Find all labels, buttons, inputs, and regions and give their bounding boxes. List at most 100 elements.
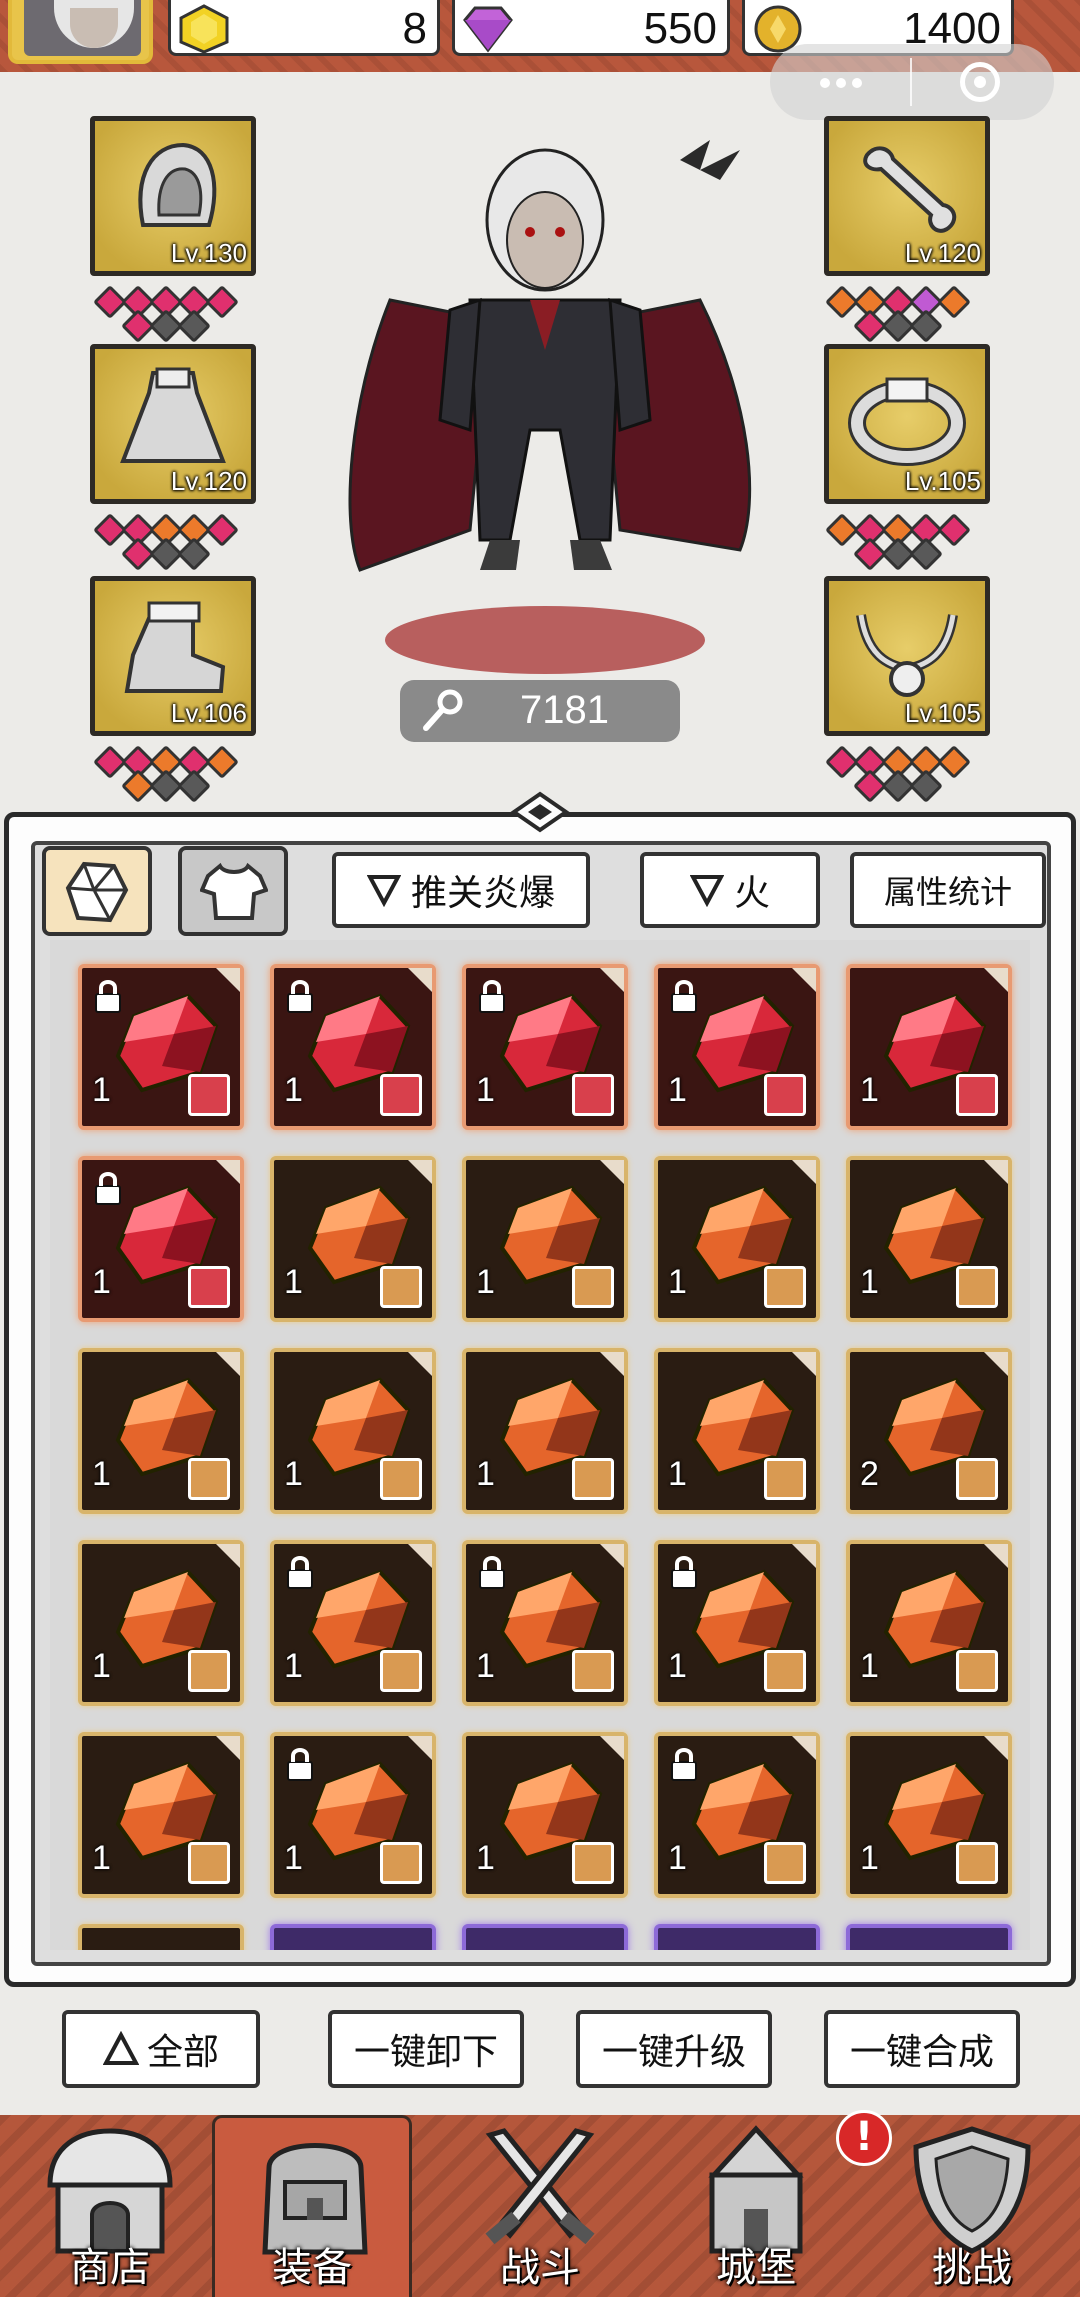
gem-item[interactable]: 1: [270, 1156, 436, 1322]
crystal-counter[interactable]: 8: [168, 0, 440, 56]
ring-slot-icon: [188, 1842, 230, 1884]
gem-item[interactable]: 1: [78, 1348, 244, 1514]
gem-item[interactable]: 1: [462, 1540, 628, 1706]
element-filter-dropdown[interactable]: 火: [640, 852, 820, 928]
tab-gems[interactable]: [42, 846, 152, 936]
gem-item[interactable]: 1: [846, 1732, 1012, 1898]
gem-quantity: 1: [92, 1263, 111, 1301]
gem-item[interactable]: [78, 1924, 244, 1950]
merge-all-button[interactable]: 一键合成: [824, 2010, 1020, 2088]
equip-slot-boots[interactable]: Lv.106: [90, 576, 256, 736]
ring-slot-icon: [764, 1650, 806, 1692]
filter-up-icon: [102, 2031, 139, 2065]
gem-quantity: 1: [668, 1647, 687, 1685]
show-all-button[interactable]: 全部: [62, 2010, 260, 2088]
cape-slot-icon: [188, 1458, 230, 1500]
gem-item[interactable]: [846, 1924, 1012, 1950]
gem-tab-icon: [65, 861, 129, 923]
gem-item[interactable]: 1: [78, 1732, 244, 1898]
gem-item[interactable]: [270, 1924, 436, 1950]
gem-item[interactable]: [462, 1924, 628, 1950]
unequip-all-button[interactable]: 一键卸下: [328, 2010, 524, 2088]
player-avatar[interactable]: [8, 0, 153, 64]
lock-icon: [95, 1172, 121, 1205]
cape-icon: [120, 367, 226, 463]
gem-item[interactable]: 1: [654, 1540, 820, 1706]
gem-quantity: 1: [860, 1263, 879, 1301]
diamond-counter[interactable]: 550: [452, 0, 730, 56]
equip-slot-necklace[interactable]: Lv.105: [824, 576, 990, 736]
gem-item[interactable]: 1: [846, 1540, 1012, 1706]
gem-item[interactable]: 1: [270, 964, 436, 1130]
lock-icon: [671, 1556, 697, 1589]
gem-item[interactable]: 1: [270, 1540, 436, 1706]
necklace-slot-icon: [188, 1266, 230, 1308]
necklace-slot-icon: [764, 1842, 806, 1884]
stats-button[interactable]: 属性统计: [850, 852, 1046, 928]
upgrade-all-button[interactable]: 一键升级: [576, 2010, 772, 2088]
purple-diamond-icon: [463, 6, 513, 53]
socket-empty: [177, 309, 211, 343]
gem-item[interactable]: 1: [462, 1156, 628, 1322]
gem-item[interactable]: 1: [462, 1732, 628, 1898]
lock-icon: [95, 980, 121, 1013]
show-all-label: 全部: [146, 2032, 219, 2073]
slot-level: Lv.120: [904, 238, 981, 268]
weapon-slot-icon: [764, 1074, 806, 1116]
gem-quantity: 1: [668, 1455, 687, 1493]
mini-program-capsule[interactable]: [770, 44, 1054, 120]
gem-item[interactable]: 1: [270, 1732, 436, 1898]
equip-slot-hood[interactable]: Lv.130: [90, 116, 256, 276]
gem-item[interactable]: 1: [78, 1156, 244, 1322]
equip-slot-weapon[interactable]: Lv.120: [824, 116, 990, 276]
necklace-slot-icon: [188, 1074, 230, 1116]
gem-item[interactable]: 1: [78, 1540, 244, 1706]
nav-challenge[interactable]: 挑战: [872, 2115, 1072, 2297]
weapon-slot-icon: [380, 1650, 422, 1692]
gem-quantity: 1: [284, 1455, 303, 1493]
cape-slot-icon: [380, 1458, 422, 1500]
nav-castle-label: 城堡: [716, 2245, 796, 2291]
gem-quantity: 1: [668, 1839, 687, 1877]
nav-equipment[interactable]: 装备: [212, 2115, 412, 2297]
socket-empty: [909, 769, 943, 803]
more-menu-icon-dot: [836, 78, 846, 88]
equip-slot-cape[interactable]: Lv.120: [90, 344, 256, 504]
boots-slot-icon: [956, 1458, 998, 1500]
nav-shop[interactable]: 商店: [10, 2115, 210, 2297]
nav-battle[interactable]: 战斗: [440, 2115, 640, 2297]
gem-item[interactable]: 1: [654, 1348, 820, 1514]
crystal-amount: 8: [402, 4, 427, 53]
panel-notch-ornament: [510, 791, 570, 833]
gem-item[interactable]: 1: [78, 964, 244, 1130]
vampire-hero-portrait[interactable]: [320, 100, 770, 680]
gem-item[interactable]: [654, 1924, 820, 1950]
boots-slot-icon: [188, 1650, 230, 1692]
gem-item[interactable]: 2: [846, 1348, 1012, 1514]
gem-item[interactable]: 1: [654, 1732, 820, 1898]
gem-item[interactable]: 1: [462, 1348, 628, 1514]
hood-icon: [138, 142, 217, 227]
set-filter-dropdown[interactable]: 推关炎爆: [332, 852, 590, 928]
gem-item[interactable]: 1: [654, 1156, 820, 1322]
gem-item[interactable]: 1: [846, 964, 1012, 1130]
equip-slot-ring[interactable]: Lv.105: [824, 344, 990, 504]
close-miniprogram-icon[interactable]: [960, 62, 1000, 102]
gem-item[interactable]: 1: [462, 964, 628, 1130]
gem-item[interactable]: 1: [270, 1348, 436, 1514]
necklace-gem-sockets-row2: [853, 769, 943, 803]
gem-item[interactable]: 1: [654, 964, 820, 1130]
weapon-gem-sockets-row2: [853, 309, 943, 343]
combat-power-value: 7181: [520, 688, 609, 732]
gem-quantity: 1: [284, 1647, 303, 1685]
gem-item[interactable]: 1: [846, 1156, 1012, 1322]
tab-equipment[interactable]: [178, 846, 288, 936]
lock-icon: [287, 980, 313, 1013]
nav-shop-label: 商店: [70, 2245, 150, 2291]
more-menu-icon[interactable]: [820, 78, 830, 88]
slot-level: Lv.130: [170, 238, 247, 268]
gem-quantity: 1: [284, 1071, 303, 1109]
socket-empty: [177, 769, 211, 803]
necklace-icon: [856, 614, 958, 697]
nav-castle[interactable]: 城堡: [656, 2115, 856, 2297]
